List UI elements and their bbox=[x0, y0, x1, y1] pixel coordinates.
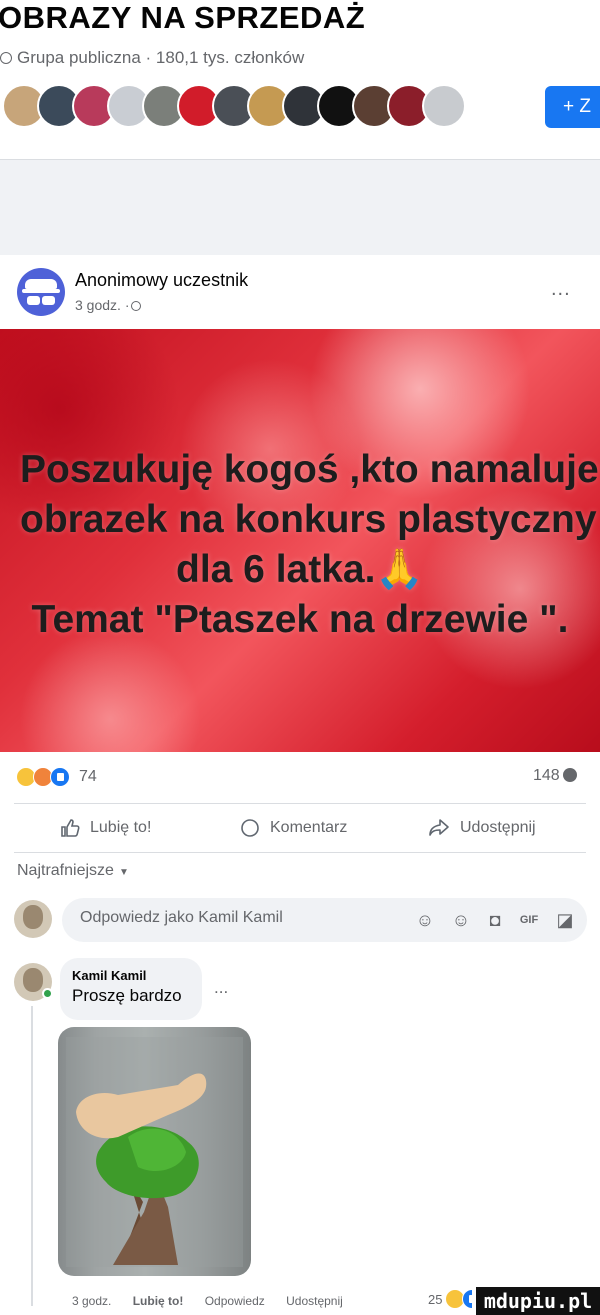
comment-more-button[interactable]: ... bbox=[214, 978, 228, 998]
post-author[interactable]: Anonimowy uczestnik bbox=[75, 270, 248, 291]
comment-share-button[interactable]: Udostępnij bbox=[286, 1294, 343, 1308]
share-button[interactable]: Udostępnij bbox=[428, 818, 536, 838]
comment-author[interactable]: Kamil Kamil bbox=[72, 968, 190, 983]
comment-text: Proszę bardzo bbox=[72, 986, 182, 1005]
share-icon bbox=[429, 819, 449, 836]
post-image-text: Poszukuję kogoś ,kto namaluje obrazek na… bbox=[20, 445, 599, 645]
globe-icon bbox=[131, 301, 142, 311]
like-reaction-icon bbox=[50, 767, 70, 787]
post-actions: Lubię to! Komentarz Udostępnij bbox=[0, 808, 600, 852]
camera-icon[interactable]: ◘ bbox=[484, 909, 506, 931]
watermark-logo: mdupiu.pl bbox=[472, 1287, 600, 1315]
comment-icon bbox=[241, 819, 259, 837]
comment-label: Komentarz bbox=[270, 819, 348, 836]
current-user-avatar[interactable] bbox=[14, 900, 52, 938]
gif-icon[interactable]: GIF bbox=[518, 909, 540, 931]
comment-input-box[interactable]: ☺ ☺ ◘ GIF ◪ bbox=[62, 898, 587, 942]
comment-reaction-count: 25 bbox=[428, 1291, 443, 1307]
post-text-line: dla 6 latka.🙏 bbox=[176, 548, 424, 591]
post-time[interactable]: 3 godz. · bbox=[75, 297, 142, 313]
anonymous-avatar-icon[interactable] bbox=[17, 268, 65, 316]
post-time-text: 3 godz. · bbox=[75, 297, 130, 313]
post-text-line: Poszukuję kogoś ,kto namaluje bbox=[20, 448, 599, 491]
emoji-icon[interactable]: ☺ bbox=[450, 909, 472, 931]
online-status-icon bbox=[42, 988, 53, 999]
like-label: Lubię to! bbox=[90, 819, 152, 836]
comment-count[interactable]: 148 bbox=[533, 767, 577, 785]
comment-input[interactable] bbox=[80, 909, 390, 927]
comment-meta: 3 godz. Lubię to! Odpowiedz Udostępnij bbox=[72, 1294, 361, 1308]
post-text-line: obrazek na konkurs plastyczny bbox=[20, 498, 597, 541]
comment-button[interactable]: Komentarz bbox=[240, 818, 347, 838]
group-title[interactable]: OBRAZY NA SPRZEDAŻ bbox=[0, 0, 365, 36]
comment-sort-dropdown[interactable]: Najtrafniejsze ▼ bbox=[17, 862, 129, 880]
divider bbox=[14, 852, 586, 853]
group-meta: Grupa publiczna · 180,1 tys. członków bbox=[0, 48, 304, 68]
thread-line bbox=[31, 1006, 33, 1306]
reaction-count: 74 bbox=[79, 768, 97, 785]
comment-count-text: 148 bbox=[533, 767, 560, 784]
comment-image-tree-drawing[interactable] bbox=[58, 1027, 251, 1276]
comment-time[interactable]: 3 godz. bbox=[72, 1294, 111, 1308]
post-more-button[interactable]: ... bbox=[551, 278, 571, 301]
comment-bubble-icon bbox=[562, 768, 577, 782]
post-image[interactable]: Poszukuję kogoś ,kto namaluje obrazek na… bbox=[0, 329, 600, 752]
sticker-icon[interactable]: ◪ bbox=[554, 909, 576, 931]
member-avatar[interactable] bbox=[422, 84, 466, 128]
reactions-summary[interactable]: 74 bbox=[16, 766, 97, 788]
group-meta-text: Grupa publiczna · 180,1 tys. członków bbox=[17, 48, 305, 67]
caret-down-icon: ▼ bbox=[118, 867, 129, 878]
tree-drawing bbox=[66, 1037, 243, 1267]
sort-label: Najtrafniejsze bbox=[17, 862, 114, 879]
post-text-line: Temat "Ptaszek na drzewie ". bbox=[31, 598, 569, 641]
member-avatars[interactable] bbox=[2, 84, 466, 130]
invite-button[interactable]: + Z bbox=[545, 86, 600, 128]
like-button[interactable]: Lubię to! bbox=[60, 818, 151, 838]
globe-icon bbox=[0, 52, 12, 64]
comment-bubble: Kamil Kamil Proszę bardzo bbox=[60, 958, 202, 1020]
divider bbox=[14, 803, 586, 804]
section-separator bbox=[0, 160, 600, 255]
comment-like-button[interactable]: Lubię to! bbox=[133, 1294, 184, 1308]
comment-reply-button[interactable]: Odpowiedz bbox=[205, 1294, 265, 1308]
avatar-sticker-icon[interactable]: ☺ bbox=[414, 909, 436, 931]
thumbs-up-icon bbox=[61, 819, 80, 837]
share-label: Udostępnij bbox=[460, 819, 536, 836]
